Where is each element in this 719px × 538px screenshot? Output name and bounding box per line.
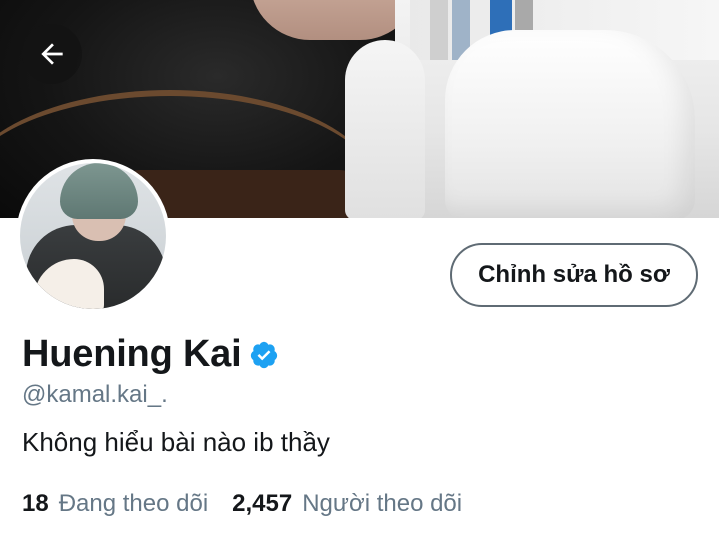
follow-stats: 18 Đang theo dõi 2,457 Người theo dõi	[22, 490, 462, 518]
avatar-photo	[20, 163, 166, 309]
user-handle: @kamal.kai_.	[22, 381, 168, 408]
following-count: 18	[22, 490, 49, 517]
banner-chair	[445, 30, 695, 218]
followers-label: Người theo dõi	[302, 490, 463, 517]
followers-count: 2,457	[232, 490, 293, 517]
banner-book	[430, 0, 448, 60]
name-row: Huening Kai	[22, 333, 279, 376]
arrow-left-icon	[41, 43, 63, 65]
followers-link[interactable]: 2,457 Người theo dõi	[232, 490, 462, 518]
avatar-hair	[60, 163, 138, 219]
following-link[interactable]: 18 Đang theo dõi	[22, 490, 208, 518]
profile-avatar[interactable]	[16, 159, 170, 313]
profile-screen: Chỉnh sửa hồ sơ Huening Kai @kamal.kai_.…	[0, 0, 719, 538]
verified-badge-icon	[251, 341, 278, 368]
display-name: Huening Kai	[22, 333, 242, 375]
banner-chair-back	[345, 40, 425, 218]
back-button[interactable]	[22, 24, 82, 84]
following-label: Đang theo dõi	[58, 490, 209, 517]
edit-profile-button[interactable]: Chỉnh sửa hồ sơ	[450, 243, 698, 307]
user-bio: Không hiểu bài nào ib thầy	[22, 427, 330, 457]
